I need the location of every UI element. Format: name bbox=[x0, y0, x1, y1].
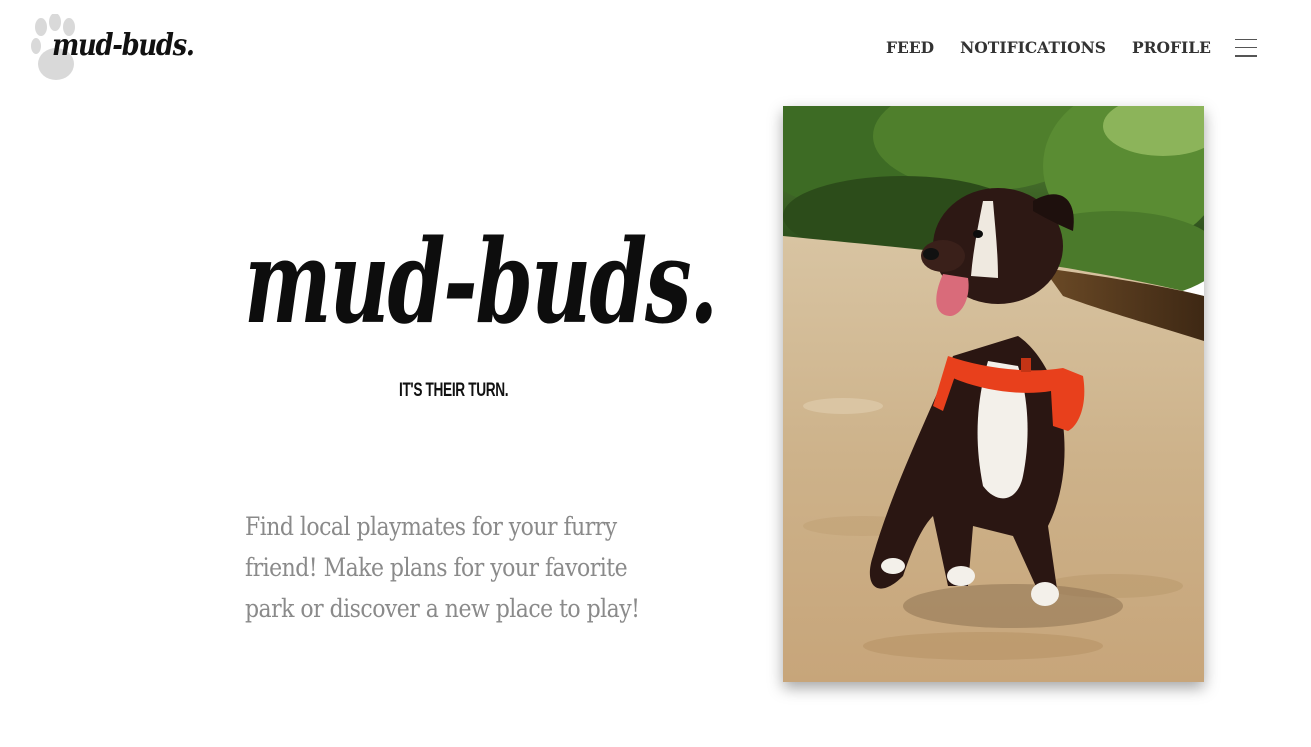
hero-tagline: IT'S THEIR TURN. bbox=[399, 380, 509, 401]
hero-title: mud-buds. bbox=[244, 215, 718, 350]
nav-link-profile[interactable]: PROFILE bbox=[1132, 38, 1211, 57]
brand-logo[interactable]: mud-buds. bbox=[28, 14, 195, 86]
hamburger-menu-icon[interactable] bbox=[1235, 38, 1257, 57]
main-nav: FEED NOTIFICATIONS PROFILE bbox=[886, 38, 1257, 57]
logo-text: mud-buds. bbox=[52, 28, 195, 63]
nav-link-feed[interactable]: FEED bbox=[886, 38, 934, 57]
hero-description: Find local playmates for your furry frie… bbox=[245, 512, 640, 623]
nav-link-notifications[interactable]: NOTIFICATIONS bbox=[960, 38, 1106, 57]
dog-photo bbox=[783, 106, 1204, 682]
home-page: mud-buds. FEED NOTIFICATIONS PROFILE mud… bbox=[0, 0, 1311, 747]
